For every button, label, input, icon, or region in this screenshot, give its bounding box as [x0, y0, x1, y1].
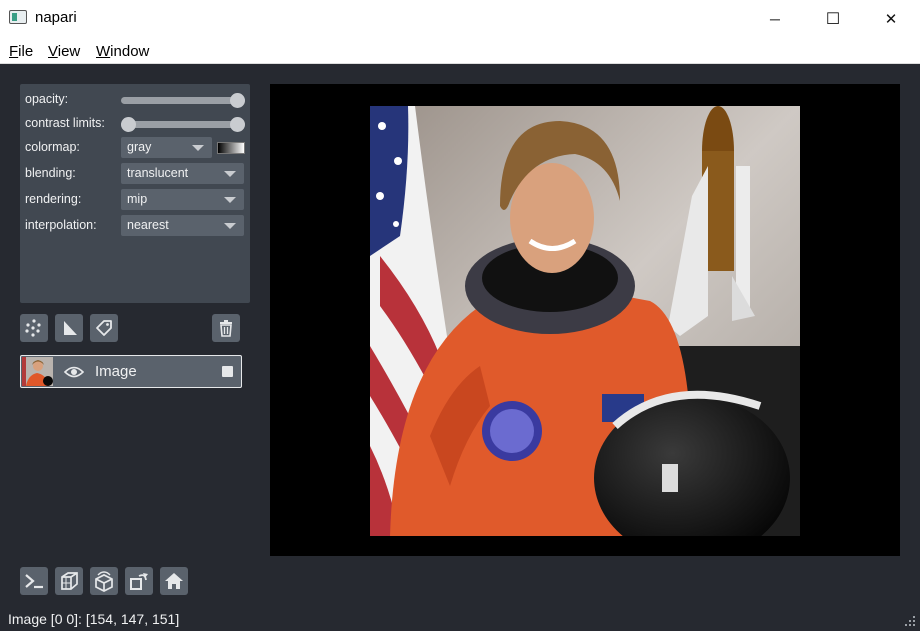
title-bar: napari ─ ☐ ✕ — [0, 0, 920, 38]
viewer-canvas[interactable] — [270, 84, 900, 556]
interpolation-label: interpolation: — [25, 218, 97, 232]
resize-grip-icon[interactable] — [904, 616, 916, 628]
close-button[interactable]: ✕ — [862, 0, 920, 38]
blending-value: translucent — [127, 166, 189, 180]
trash-icon — [220, 320, 232, 337]
rendering-value: mip — [127, 192, 148, 206]
contrast-max-handle[interactable] — [230, 117, 245, 132]
points-icon — [25, 319, 41, 337]
new-labels-layer-button[interactable] — [90, 314, 118, 342]
interpolation-value: nearest — [127, 218, 169, 232]
opacity-label: opacity: — [25, 92, 69, 106]
chevron-down-icon — [224, 197, 236, 203]
console-icon — [25, 574, 43, 589]
maximize-icon: ☐ — [825, 11, 841, 28]
chevron-down-icon — [192, 145, 204, 151]
colormap-preview — [217, 142, 245, 154]
layer-controls-panel: opacity: contrast limits: colormap: gray… — [20, 84, 250, 303]
close-icon: ✕ — [884, 11, 898, 28]
ndisplay-cube-icon — [61, 572, 78, 590]
roll-dims-icon — [95, 571, 113, 592]
ndisplay-button[interactable] — [55, 567, 83, 595]
napari-app-icon — [9, 10, 27, 24]
colormap-label: colormap: — [25, 140, 80, 154]
rendering-dropdown[interactable]: mip — [121, 189, 244, 210]
chevron-down-icon — [224, 171, 236, 177]
layer-thumbnail — [22, 357, 53, 386]
roll-dims-button[interactable] — [90, 567, 118, 595]
rendering-label: rendering: — [25, 192, 82, 206]
chevron-down-icon — [224, 223, 236, 229]
astronaut-image — [370, 106, 800, 536]
layer-name[interactable]: Image — [95, 363, 137, 380]
menu-window[interactable]: Window — [96, 43, 149, 60]
visibility-eye-icon[interactable] — [64, 364, 84, 380]
contrast-limits-label: contrast limits: — [25, 116, 105, 130]
menu-file[interactable]: File — [9, 43, 33, 60]
opacity-slider[interactable] — [121, 93, 245, 108]
delete-layer-button[interactable] — [212, 314, 240, 342]
new-points-layer-button[interactable] — [20, 314, 48, 342]
new-shapes-layer-button[interactable] — [55, 314, 83, 342]
labels-tag-icon — [96, 320, 112, 336]
maximize-button[interactable]: ☐ — [804, 0, 862, 38]
layer-selected-checkbox[interactable] — [222, 366, 233, 377]
menu-bar: File View Window — [0, 38, 920, 64]
blending-dropdown[interactable]: translucent — [121, 163, 244, 184]
interpolation-dropdown[interactable]: nearest — [121, 215, 244, 236]
opacity-slider-handle[interactable] — [230, 93, 245, 108]
minimize-button[interactable]: ─ — [746, 0, 804, 38]
status-bar-text: Image [0 0]: [154, 147, 151] — [8, 611, 180, 627]
colormap-dropdown[interactable]: gray — [121, 137, 212, 158]
shapes-icon — [64, 321, 77, 335]
console-button[interactable] — [20, 567, 48, 595]
layer-list-item[interactable]: Image — [20, 355, 242, 388]
home-icon — [165, 573, 183, 589]
contrast-limits-slider[interactable] — [121, 117, 245, 132]
contrast-min-handle[interactable] — [121, 117, 136, 132]
minimize-icon: ─ — [770, 11, 780, 27]
blending-label: blending: — [25, 166, 76, 180]
transpose-button[interactable] — [125, 567, 153, 595]
menu-view[interactable]: View — [48, 43, 80, 60]
colormap-value: gray — [127, 140, 152, 154]
home-button[interactable] — [160, 567, 188, 595]
transpose-icon — [130, 573, 148, 590]
window-title: napari — [35, 9, 77, 26]
